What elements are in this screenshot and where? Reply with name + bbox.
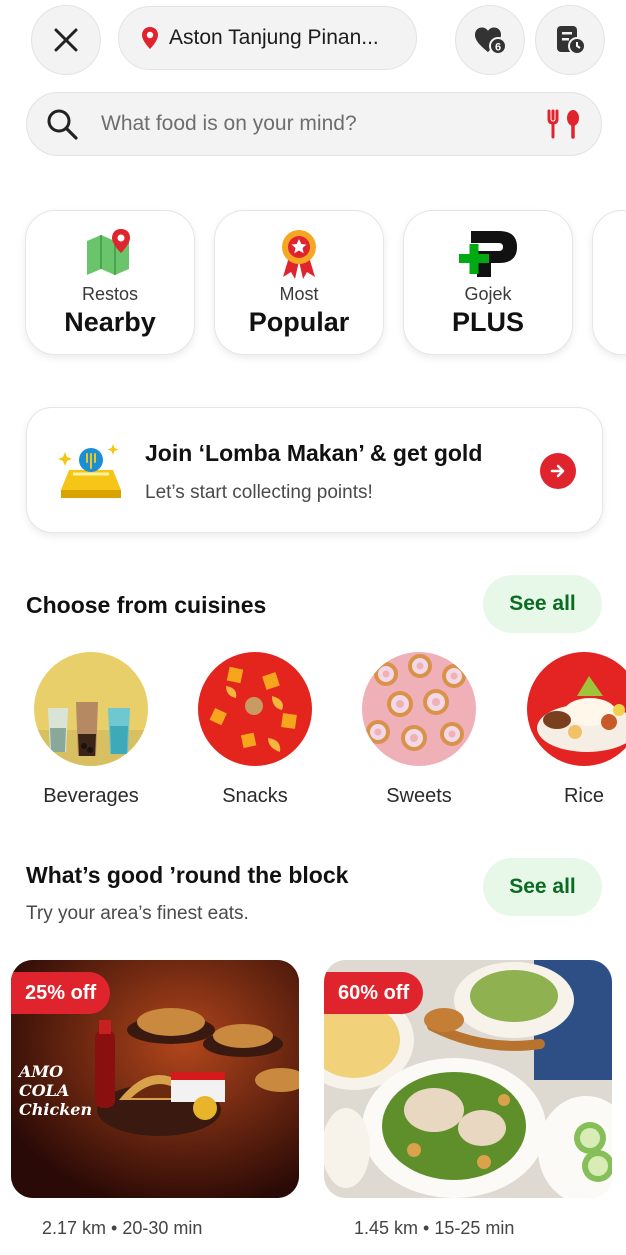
location-pin-icon <box>142 27 158 49</box>
gold-bar-icon <box>58 444 121 498</box>
svg-text:6: 6 <box>495 42 501 54</box>
cuisine-image <box>362 652 476 766</box>
cuisine-snacks[interactable]: Snacks <box>198 652 312 808</box>
quick-link-small-label: Restos <box>81 284 139 304</box>
top-bar: Aston Tanjung Pinan... 6 <box>0 0 626 80</box>
lomba-makan-promo-card[interactable]: Join ‘Lomba Makan’ & get gold Let’s star… <box>26 407 603 533</box>
map-pin-icon <box>87 229 130 275</box>
promo-title: Join ‘Lomba Makan’ & get gold <box>145 440 483 466</box>
search-icon <box>47 109 78 140</box>
cuisine-image <box>198 652 312 766</box>
restaurant-card-salad[interactable]: 60% off <box>324 960 612 1198</box>
cuisine-label: Snacks <box>222 785 288 807</box>
quick-link-most-popular[interactable]: Most Popular <box>214 210 384 355</box>
favorites-button[interactable]: 6 <box>455 5 525 75</box>
cuisine-sweets[interactable]: Sweets <box>362 652 476 808</box>
promo-arrow-button[interactable] <box>540 453 576 489</box>
cuisines-title: Choose from cuisines <box>26 592 267 618</box>
quick-link-big-label: PLUS <box>451 307 524 337</box>
cuisine-rice[interactable]: Rice <box>527 652 626 808</box>
order-history-icon <box>557 26 586 55</box>
nearby-see-all-button[interactable]: See all <box>483 858 602 916</box>
quick-link-big-label: Nearby <box>64 307 156 337</box>
discount-badge: 25% off <box>11 972 111 1014</box>
gojek-plus-logo <box>459 231 517 277</box>
discount-badge: 60% off <box>324 972 424 1014</box>
nearby-title: What’s good ’round the block <box>26 862 349 888</box>
quick-link-small-label: Most <box>279 284 319 304</box>
location-text: Aston Tanjung Pinan... <box>169 26 379 49</box>
cuisine-label: Rice <box>563 785 604 807</box>
favorites-heart-icon: 6 <box>475 27 507 55</box>
cuisine-image <box>34 652 148 766</box>
quick-link-big-label: Popular <box>248 307 350 337</box>
restaurant-meta: 1.45 km • 15-25 min <box>354 1218 515 1238</box>
quick-link-gojek-plus[interactable]: Gojek PLUS <box>403 210 573 355</box>
poster-text: AMO COLA Chicken <box>19 1062 93 1119</box>
quick-link-partial-next[interactable] <box>592 210 626 355</box>
nearby-subtitle: Try your area’s finest eats. <box>26 903 249 924</box>
cuisine-label: Beverages <box>43 785 139 807</box>
award-ribbon-icon <box>282 230 316 279</box>
restaurant-card-amo-cola[interactable]: 25% off AMO COLA Chicken <box>11 960 299 1198</box>
fork-spoon-icon <box>547 109 579 139</box>
restaurant-meta: 2.17 km • 20-30 min <box>42 1218 203 1238</box>
close-button[interactable] <box>31 5 101 75</box>
promo-subtitle: Let’s start collecting points! <box>145 482 373 503</box>
cuisines-see-all-button[interactable]: See all <box>483 575 602 633</box>
order-history-button[interactable] <box>535 5 605 75</box>
location-selector[interactable]: Aston Tanjung Pinan... <box>118 6 417 70</box>
search-placeholder: What food is on your mind? <box>101 112 357 135</box>
cuisine-label: Sweets <box>386 785 452 807</box>
food-search-bar[interactable]: What food is on your mind? <box>26 92 602 156</box>
cuisine-image <box>527 652 626 766</box>
quick-link-restos-nearby[interactable]: Restos Nearby <box>25 210 195 355</box>
quick-link-small-label: Gojek <box>464 284 512 304</box>
close-icon <box>54 28 78 52</box>
cuisine-beverages[interactable]: Beverages <box>34 652 148 808</box>
arrow-right-icon <box>550 464 565 478</box>
